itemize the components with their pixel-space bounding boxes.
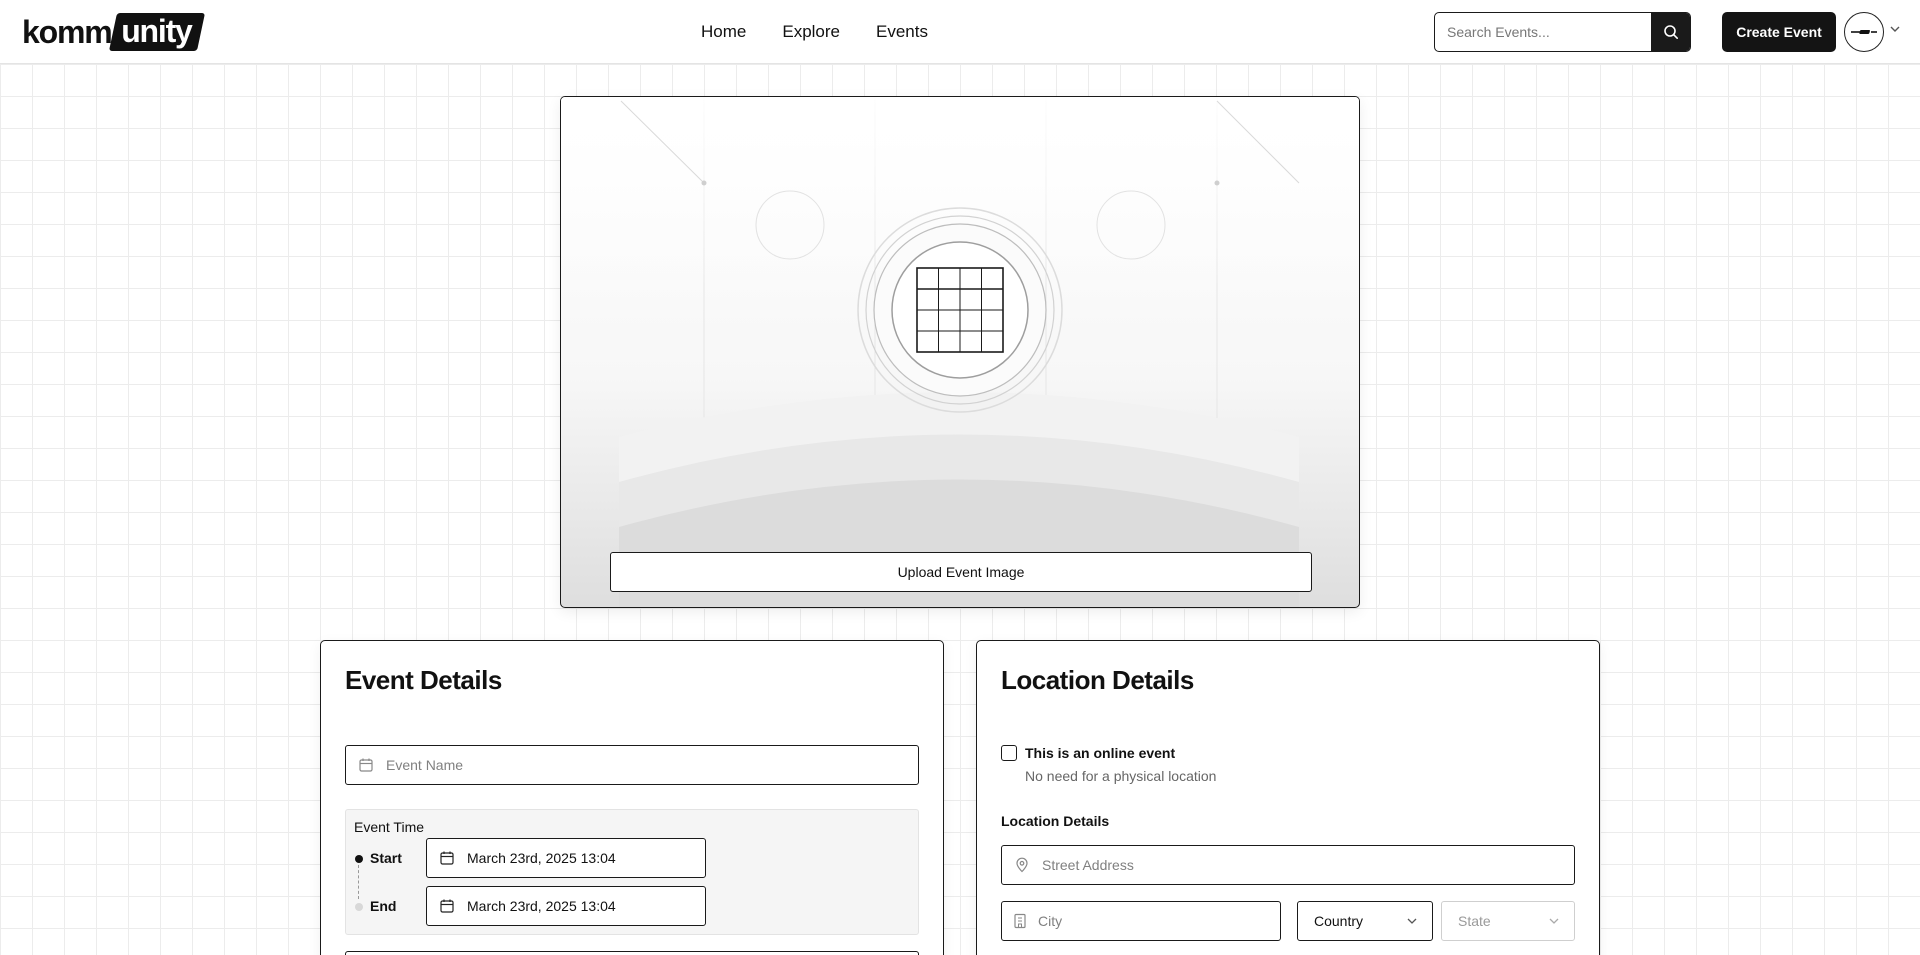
state-select-value: State	[1458, 913, 1491, 929]
city-field	[1001, 901, 1281, 941]
online-event-toggle: This is an online event	[1001, 745, 1175, 761]
street-address-field	[1001, 845, 1575, 885]
end-date-picker[interactable]: March 23rd, 2025 13:04	[426, 886, 706, 926]
calendar-icon	[440, 851, 454, 865]
chevron-down-icon[interactable]	[1889, 25, 1901, 33]
country-select[interactable]: Country	[1297, 901, 1433, 941]
start-date-picker[interactable]: March 23rd, 2025 13:04	[426, 838, 706, 878]
kommunity-logo[interactable]: komm unity	[22, 12, 206, 52]
event-name-input[interactable]	[386, 746, 918, 784]
state-select[interactable]: State	[1441, 901, 1575, 941]
logo-text-part1: komm	[22, 14, 113, 50]
location-details-card: Location Details This is an online event…	[976, 640, 1600, 955]
avatar-logo-icon	[1851, 30, 1877, 34]
create-event-button[interactable]: Create Event	[1722, 12, 1836, 52]
user-avatar[interactable]	[1844, 12, 1884, 52]
end-dot	[355, 903, 363, 911]
chevron-down-icon	[1407, 918, 1417, 924]
online-event-subtext: No need for a physical location	[1025, 768, 1217, 784]
location-details-title: Location Details	[1001, 665, 1194, 695]
online-event-checkbox[interactable]	[1001, 745, 1017, 761]
nav-home-link[interactable]: Home	[701, 20, 746, 44]
event-name-field	[345, 745, 919, 785]
search-input[interactable]	[1435, 13, 1651, 51]
start-label: Start	[370, 850, 402, 866]
location-section-label: Location Details	[1001, 813, 1110, 829]
timeline-connector	[358, 865, 359, 899]
upload-event-image-button[interactable]: Upload Event Image	[610, 552, 1312, 592]
event-image-banner: Upload Event Image	[560, 96, 1360, 608]
nav-events-link[interactable]: Events	[876, 20, 928, 44]
end-date-value: March 23rd, 2025 13:04	[467, 898, 616, 914]
calendar-icon	[440, 899, 454, 913]
building-icon	[1014, 913, 1026, 929]
chevron-down-icon	[1549, 918, 1559, 924]
end-label: End	[370, 898, 397, 914]
start-date-value: March 23rd, 2025 13:04	[467, 850, 616, 866]
event-details-title: Event Details	[345, 665, 502, 695]
street-address-input[interactable]	[1042, 846, 1574, 884]
calendar-icon	[359, 758, 373, 772]
city-input[interactable]	[1038, 902, 1280, 940]
top-nav-bar: komm unity Home Explore Events Create Ev…	[0, 0, 1920, 64]
online-event-label[interactable]: This is an online event	[1025, 745, 1175, 761]
search-icon	[1663, 25, 1678, 39]
country-select-value: Country	[1314, 913, 1364, 929]
event-details-card: Event Details Event Time Start	[320, 640, 944, 955]
map-pin-icon	[1016, 857, 1028, 873]
event-time-title: Event Time	[354, 819, 425, 835]
search-button[interactable]	[1651, 13, 1690, 51]
main-nav: Home Explore Events	[701, 20, 964, 44]
banner-illustration	[561, 97, 1359, 607]
nav-explore-link[interactable]: Explore	[782, 20, 840, 44]
next-field-partial	[345, 951, 919, 955]
logo-text-part2: unity	[109, 13, 206, 51]
event-time-section: Event Time Start March 23rd, 2025 13:04 …	[345, 809, 919, 935]
search-bar	[1434, 12, 1691, 52]
start-dot	[355, 855, 363, 863]
